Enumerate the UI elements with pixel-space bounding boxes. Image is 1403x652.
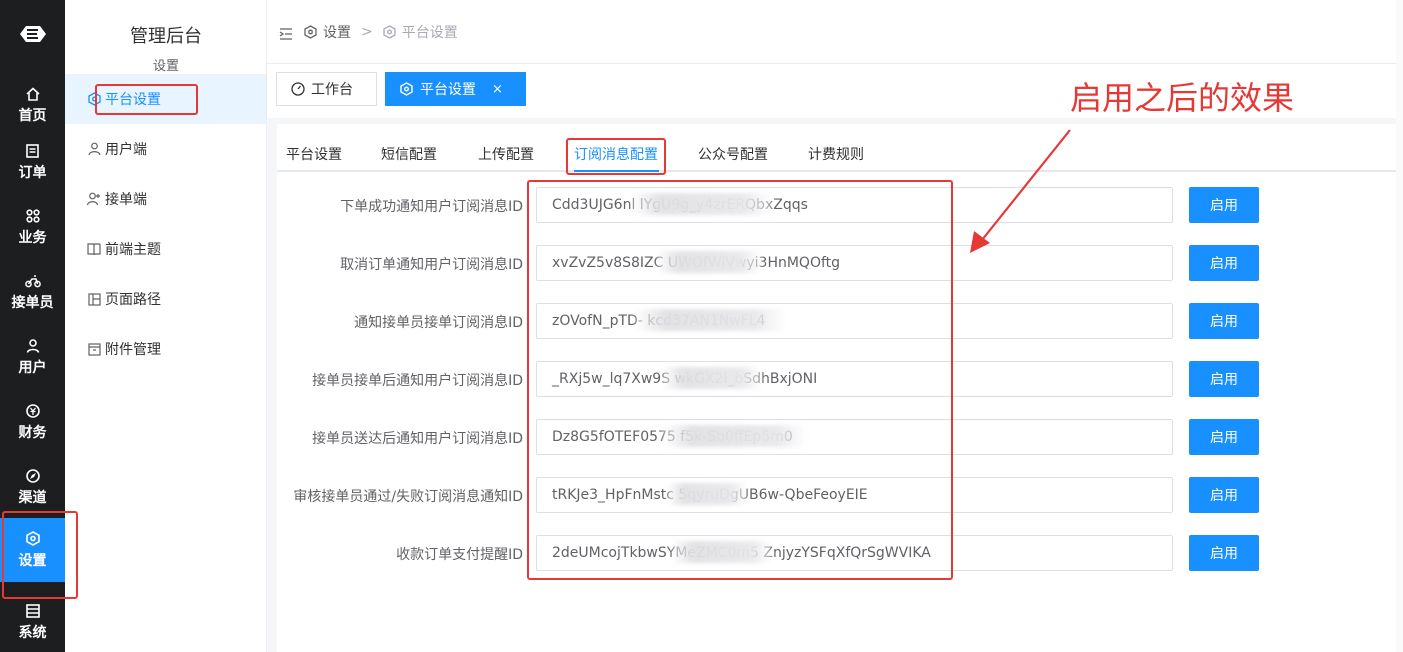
finance-icon (25, 403, 41, 419)
breadcrumb-separator: > (361, 24, 373, 40)
form-label: 通知接单员接单订阅消息ID (354, 315, 523, 331)
user-icon (25, 338, 41, 354)
enable-button[interactable]: 启用 (1189, 477, 1259, 513)
breadcrumb: 设置 > 平台设置 (304, 22, 458, 42)
person-icon (87, 142, 101, 156)
page-scrollbar[interactable] (1396, 0, 1403, 652)
form-label: 审核接单员通过/失败订阅消息通知ID (293, 489, 523, 505)
close-icon[interactable]: × (492, 82, 503, 97)
logo-icon (0, 18, 65, 50)
order-icon (25, 143, 41, 159)
book-icon (87, 242, 101, 256)
sidebar-title: 管理后台 (130, 26, 202, 47)
tab-sms-config[interactable]: 短信配置 (381, 144, 437, 164)
form-label: 接单员接单后通知用户订阅消息ID (312, 373, 523, 389)
annotation-text: 启用之后的效果 (1070, 79, 1295, 117)
archive-icon (87, 342, 101, 356)
highlight-box-sidebar (95, 84, 198, 115)
rail-label: 接单员 (11, 294, 54, 311)
highlight-box-settings (2, 511, 78, 599)
sidebar-item-label: 接单端 (105, 192, 147, 208)
rail-label: 订单 (18, 164, 47, 181)
rail-item-system[interactable]: 系统 (0, 592, 65, 652)
enable-button[interactable]: 启用 (1189, 419, 1259, 455)
tag-label: 工作台 (311, 82, 353, 98)
annotation-arrow-icon (970, 129, 1071, 253)
rail-label: 渠道 (18, 489, 47, 506)
highlight-box-inputs (527, 180, 953, 580)
form-label: 接单员送达后通知用户订阅消息ID (312, 431, 523, 447)
hexagon-gear-icon (304, 25, 318, 39)
breadcrumb-item-platform-settings: 平台设置 (401, 25, 458, 41)
tab-billing-rules[interactable]: 计费规则 (808, 144, 864, 164)
channel-icon (25, 468, 41, 484)
breadcrumb-item-settings[interactable]: 设置 (323, 22, 351, 42)
enable-button[interactable]: 启用 (1189, 535, 1259, 571)
form-label: 取消订单通知用户订阅消息ID (340, 257, 523, 273)
rail-label: 业务 (18, 229, 47, 246)
tab-upload-config[interactable]: 上传配置 (478, 144, 534, 164)
sidebar-item-attachments[interactable]: 附件管理 (65, 324, 266, 374)
highlight-box-tab (566, 138, 666, 175)
layout-icon (87, 292, 101, 306)
sidebar-item-label: 页面路径 (105, 292, 161, 308)
rail-label: 财务 (18, 424, 47, 441)
tab-official-account-config[interactable]: 公众号配置 (698, 144, 768, 164)
rail-item-business[interactable]: 业务 (0, 197, 65, 257)
bike-icon (24, 273, 41, 289)
rail-item-finance[interactable]: 财务 (0, 392, 65, 452)
sidebar-item-label: 附件管理 (105, 342, 161, 358)
enable-button[interactable]: 启用 (1189, 245, 1259, 281)
tab-platform-settings[interactable]: 平台设置 (286, 144, 342, 164)
business-icon (25, 208, 41, 224)
rail-label: 系统 (18, 624, 47, 641)
menu-fold-icon[interactable] (279, 26, 293, 40)
sidebar-item-user-client[interactable]: 用户端 (65, 124, 266, 174)
tag-platform-settings[interactable]: 平台设置 × (385, 72, 526, 106)
home-icon (25, 86, 41, 102)
settings-tabs: 平台设置 短信配置 上传配置 订阅消息配置 公众号配置 计费规则 (277, 130, 1403, 172)
form-label: 收款订单支付提醒ID (396, 547, 523, 563)
rail-item-user[interactable]: 用户 (0, 327, 65, 387)
sidebar-subtitle: 设置 (152, 59, 179, 74)
sidebar-item-page-path[interactable]: 页面路径 (65, 274, 266, 324)
rail-label: 首页 (18, 107, 47, 124)
enable-button[interactable]: 启用 (1189, 361, 1259, 397)
rail-item-courier[interactable]: 接单员 (0, 262, 65, 322)
hexagon-gear-icon (400, 82, 414, 96)
sidebar-item-frontend-theme[interactable]: 前端主题 (65, 224, 266, 274)
tag-label: 平台设置 (420, 82, 476, 98)
system-icon (25, 603, 41, 619)
top-bar: 设置 > 平台设置 (267, 0, 1403, 64)
rail-item-order[interactable]: 订单 (0, 132, 65, 192)
sidebar-item-courier-client[interactable]: 接单端 (65, 174, 266, 224)
rail-label: 用户 (18, 359, 47, 376)
sidebar-item-label: 前端主题 (105, 242, 161, 258)
rail-item-home[interactable]: 首页 (0, 75, 65, 135)
dashboard-icon (291, 82, 305, 96)
person-plus-icon (87, 192, 101, 206)
enable-button[interactable]: 启用 (1189, 303, 1259, 339)
rail-item-channel[interactable]: 渠道 (0, 457, 65, 517)
enable-button[interactable]: 启用 (1189, 187, 1259, 223)
tag-workbench[interactable]: 工作台 (276, 72, 377, 106)
sidebar-item-label: 用户端 (105, 142, 147, 158)
hexagon-gear-icon (383, 25, 397, 39)
form-label: 下单成功通知用户订阅消息ID (340, 199, 523, 215)
